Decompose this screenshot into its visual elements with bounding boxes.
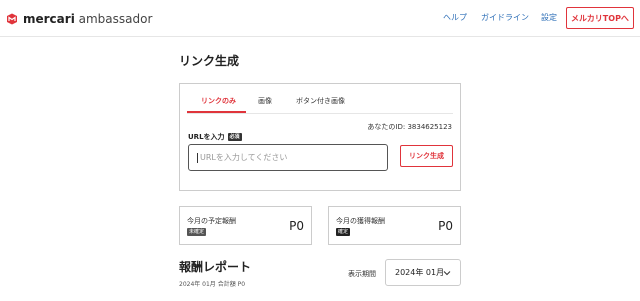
nav-guideline-link[interactable]: ガイドライン	[481, 13, 529, 23]
period-label: 表示期間	[348, 270, 376, 278]
mercari-ambassador-logo[interactable]: mercari ambassador	[5, 11, 152, 27]
mercari-top-button[interactable]: メルカリTOPへ	[566, 7, 634, 29]
tab-image[interactable]: 画像	[258, 97, 272, 106]
unconfirmed-badge: 未確定	[187, 228, 207, 236]
link-generator-card: リンクのみ 画像 ボタン付き画像 あなたのID: 3834625123 URLを…	[179, 83, 461, 191]
logo-sub: ambassador	[78, 12, 153, 26]
confirmed-badge: 確定	[336, 228, 351, 236]
top-header: mercari ambassador ヘルプ ガイドライン 設定 メルカリTOP…	[0, 0, 640, 37]
planned-reward-card: 今月の予定報酬 未確定 P0	[179, 206, 312, 245]
logo-brand: mercari	[23, 12, 75, 26]
tab-link-only[interactable]: リンクのみ	[201, 97, 236, 106]
mercari-logo-icon	[7, 13, 17, 25]
required-badge: 必須	[227, 133, 242, 141]
planned-reward-value: P0	[289, 219, 304, 233]
generate-link-button[interactable]: リンク生成	[400, 145, 453, 167]
url-input-placeholder: URLを入力してください	[200, 153, 288, 162]
planned-reward-title: 今月の予定報酬	[187, 217, 236, 225]
url-label-text: URLを入力	[188, 133, 225, 141]
nav-help-link[interactable]: ヘルプ	[443, 13, 467, 23]
earned-reward-value: P0	[438, 219, 453, 233]
chevron-down-icon	[443, 271, 451, 276]
active-tab-indicator	[187, 111, 246, 113]
report-title: 報酬レポート	[179, 260, 252, 274]
report-summary: 2024年 01月 合計額 P0	[179, 281, 246, 288]
nav-settings-link[interactable]: 設定	[541, 13, 557, 23]
ambassador-id: あなたのID: 3834625123	[367, 123, 452, 131]
tab-divider	[187, 113, 453, 114]
earned-reward-title: 今月の獲得報酬	[336, 217, 385, 225]
period-select[interactable]: 2024年 01月	[385, 259, 461, 286]
url-field-label: URLを入力 必須	[188, 132, 242, 142]
url-input[interactable]: URLを入力してください	[188, 144, 388, 171]
earned-reward-card: 今月の獲得報酬 確定 P0	[328, 206, 461, 245]
page-title: リンク生成	[179, 54, 240, 68]
period-select-value: 2024年 01月	[395, 268, 445, 277]
tab-button-image[interactable]: ボタン付き画像	[296, 97, 345, 106]
